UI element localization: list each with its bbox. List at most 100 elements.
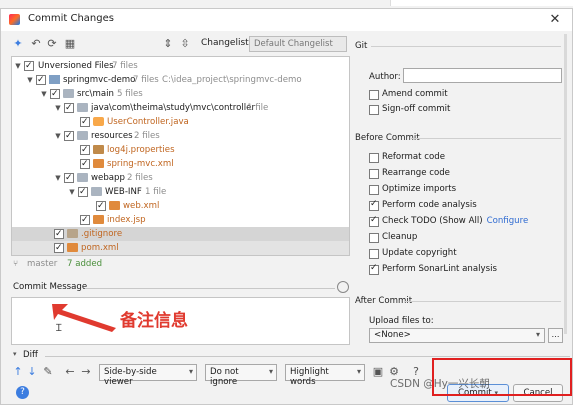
chevron-down-icon: ▾ [268,367,273,376]
tree-row-module[interactable]: ▼ springmvc-demo 7 files C:\idea_project… [12,73,349,87]
properties-file-icon [93,145,104,154]
upload-label: Upload files to: [369,316,434,326]
tree-checkbox[interactable] [36,73,46,87]
tree-row-web-xml[interactable]: web.xml [12,199,349,213]
option-checkbox[interactable] [369,233,379,243]
option-label: Perform code analysis [382,200,477,210]
tree-row-controller[interactable]: ▼ java\com\theima\study\mvc\controller 1… [12,101,349,115]
chevron-down-icon[interactable]: ▼ [68,185,76,199]
option-checkbox[interactable] [369,90,379,100]
changelist-select[interactable]: Default Changelist [249,36,347,52]
tree-checkbox[interactable] [64,101,74,115]
tree-checkbox[interactable] [54,241,64,255]
tree-label: Unversioned Files [38,61,114,71]
history-icon[interactable] [337,281,349,293]
arrow-down-icon[interactable]: ↓ [25,365,39,379]
tree-checkbox[interactable] [64,171,74,185]
option-label: Sign-off commit [382,104,451,114]
option-checkbox[interactable] [369,169,379,179]
tree-checkbox[interactable] [50,87,60,101]
changes-status: ⑂ master 7 added [11,258,350,272]
tree-row-index-jsp[interactable]: index.jsp [12,213,349,227]
chevron-right-icon[interactable]: ▾ [13,350,17,358]
folder-icon [77,103,88,112]
tree-checkbox[interactable] [80,157,90,171]
tree-checkbox[interactable] [64,129,74,143]
show-diff-icon[interactable]: ✦ [11,37,25,51]
chevron-down-icon[interactable]: ▼ [54,171,62,185]
chevron-down-icon[interactable]: ▼ [40,87,48,101]
git-section-title: Git [355,41,368,51]
ignore-file-icon [67,229,78,238]
after-commit-title: After Commit [355,296,413,306]
commit-message-input[interactable]: Ɪ 备注信息 [11,297,350,345]
option-checkbox[interactable] [369,105,379,115]
tree-row-log4j[interactable]: log4j.properties [12,143,349,157]
tree-checkbox[interactable] [80,143,90,157]
tree-row-gitignore[interactable]: .gitignore [12,227,349,241]
tree-meta: 7 files [112,61,138,71]
tree-row-spring-mvc[interactable]: spring-mvc.xml [12,157,349,171]
chevron-down-icon[interactable]: ▼ [14,59,22,73]
expand-all-icon[interactable]: ⇕ [161,37,175,51]
upload-select[interactable]: <None> ▾ [369,328,545,343]
viewer-select[interactable]: Side-by-side viewer ▾ [99,364,197,387]
chevron-down-icon: ▾ [188,367,193,376]
configure-link[interactable]: Configure [487,216,529,226]
option-checkbox[interactable] [369,199,379,211]
forward-icon[interactable]: → [79,365,93,379]
annotation-text: 备注信息 [120,311,188,331]
option-checkbox[interactable] [369,249,379,259]
tree-row-pom[interactable]: pom.xml [12,241,349,255]
lock-icon[interactable]: ▣ [371,365,385,379]
tree-checkbox[interactable] [80,213,90,227]
tree-label: UserController.java [107,117,189,127]
tree-label: .gitignore [81,229,123,239]
tree-checkbox[interactable] [80,115,90,129]
options-scrollbar[interactable] [564,34,567,334]
tree-checkbox[interactable] [54,227,64,241]
arrow-up-icon[interactable]: ↑ [11,365,25,379]
tree-label: spring-mvc.xml [107,159,174,169]
tree-label: index.jsp [107,215,146,225]
tree-row-src-main[interactable]: ▼ src\main 5 files [12,87,349,101]
highlight-select[interactable]: Highlight words ▾ [285,364,365,387]
tree-checkbox[interactable] [78,185,88,199]
collapse-all-icon[interactable]: ⇳ [178,37,192,51]
jsp-file-icon [93,215,104,224]
upload-browse-button[interactable]: … [548,328,563,343]
tree-row-resources[interactable]: ▼ resources 2 files [12,129,349,143]
refresh-icon[interactable]: ⟳ [45,37,59,51]
commit-options-panel: Git Author: Amend commit Sign-off commit… [355,39,567,349]
ignore-select[interactable]: Do not ignore ▾ [205,364,277,387]
help-icon[interactable]: ? [16,386,29,399]
option-checkbox[interactable] [369,263,379,275]
changelist-label: Changelist: [201,38,252,48]
back-icon[interactable]: ← [63,365,77,379]
option-checkbox[interactable] [369,153,379,163]
edit-icon[interactable]: ✎ [41,365,55,379]
tree-row-web-inf[interactable]: ▼ WEB-INF 1 file [12,185,349,199]
tree-row-webapp[interactable]: ▼ webapp 2 files [12,171,349,185]
chevron-down-icon[interactable]: ▼ [54,101,62,115]
tree-row-unversioned[interactable]: ▼ Unversioned Files 7 files [12,59,349,73]
option-checkbox[interactable] [369,215,379,227]
author-label: Author: [369,72,401,82]
undo-icon[interactable]: ↶ [29,37,43,51]
author-field[interactable] [403,68,562,83]
background-window-peek [390,0,573,6]
close-icon[interactable]: ✕ [546,11,564,29]
tree-checkbox[interactable] [96,199,106,213]
folder-icon [91,187,102,196]
diff-toolbar: ↑ ↓ ✎ ← → Side-by-side viewer ▾ Do not ig… [11,364,441,387]
chevron-down-icon[interactable]: ▼ [54,129,62,143]
folder-icon [77,131,88,140]
chevron-down-icon[interactable]: ▼ [26,73,34,87]
divider [411,138,561,139]
tree-checkbox[interactable] [24,59,34,73]
option-checkbox[interactable] [369,185,379,195]
group-by-icon[interactable]: ▦ [63,37,77,51]
annotation-highlight-box [432,358,572,396]
tree-row-usercontroller[interactable]: UserController.java [12,115,349,129]
branch-icon: ⑂ [13,259,19,269]
